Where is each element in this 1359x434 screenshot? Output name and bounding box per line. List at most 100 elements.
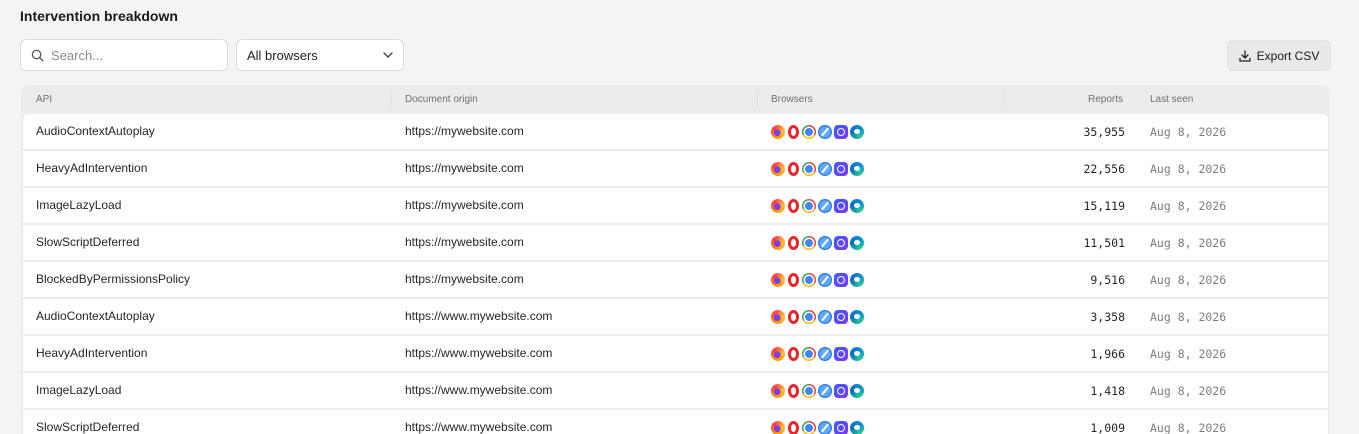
column-header-last-seen[interactable]: Last seen — [1150, 94, 1193, 105]
arc-icon — [834, 421, 848, 434]
opera-icon — [788, 421, 799, 434]
table-row[interactable]: AudioContextAutoplay https://mywebsite.co… — [23, 114, 1328, 150]
reports-cell: 22,556 — [1083, 162, 1125, 176]
origin-cell: https://mywebsite.com — [405, 235, 524, 249]
reports-cell: 35,955 — [1083, 125, 1125, 139]
safari-icon — [818, 162, 832, 176]
browser-icons — [771, 384, 864, 398]
safari-icon — [818, 236, 832, 250]
safari-icon — [818, 199, 832, 213]
last-seen-cell: Aug 8, 2026 — [1150, 273, 1227, 287]
arc-icon — [834, 273, 848, 287]
origin-cell: https://mywebsite.com — [405, 124, 524, 138]
reports-cell: 9,516 — [1090, 273, 1125, 287]
reports-cell: 1,966 — [1090, 347, 1125, 361]
api-cell: AudioContextAutoplay — [36, 124, 155, 138]
opera-icon — [788, 162, 799, 176]
browser-icons — [771, 199, 864, 213]
opera-icon — [788, 199, 799, 213]
search-input[interactable] — [51, 47, 211, 63]
origin-cell: https://www.mywebsite.com — [405, 383, 553, 397]
table-row[interactable]: HeavyAdIntervention https://www.mywebsite… — [23, 336, 1328, 372]
opera-icon — [788, 273, 799, 287]
chrome-icon — [802, 162, 816, 176]
edge-icon — [850, 125, 864, 139]
export-csv-label: Export CSV — [1256, 48, 1320, 63]
safari-icon — [818, 384, 832, 398]
table-row[interactable]: SlowScriptDeferred https://www.mywebsite.… — [23, 410, 1328, 434]
browser-icons — [771, 273, 864, 287]
search-icon — [31, 49, 44, 62]
chrome-icon — [802, 236, 816, 250]
table-row[interactable]: SlowScriptDeferred https://mywebsite.com 1… — [23, 225, 1328, 261]
reports-cell: 1,009 — [1090, 421, 1125, 434]
browser-icons — [771, 125, 864, 139]
chrome-icon — [802, 347, 816, 361]
column-header-api[interactable]: API — [36, 94, 52, 105]
last-seen-cell: Aug 8, 2026 — [1150, 125, 1227, 139]
edge-icon — [850, 310, 864, 324]
last-seen-cell: Aug 8, 2026 — [1150, 199, 1227, 213]
firefox-icon — [771, 199, 785, 213]
arc-icon — [834, 310, 848, 324]
column-divider — [391, 91, 392, 108]
origin-cell: https://www.mywebsite.com — [405, 346, 553, 360]
origin-cell: https://www.mywebsite.com — [405, 309, 553, 323]
search-box[interactable] — [20, 39, 228, 71]
browser-icons — [771, 162, 864, 176]
intervention-table: API Document origin Browsers Reports Las… — [21, 85, 1330, 434]
api-cell: SlowScriptDeferred — [36, 235, 140, 249]
last-seen-cell: Aug 8, 2026 — [1150, 421, 1227, 434]
reports-cell: 1,418 — [1090, 384, 1125, 398]
page-title: Intervention breakdown — [20, 8, 178, 24]
origin-cell: https://www.mywebsite.com — [405, 420, 553, 434]
arc-icon — [834, 125, 848, 139]
chrome-icon — [802, 384, 816, 398]
table-row[interactable]: BlockedByPermissionsPolicy https://mywebs… — [23, 262, 1328, 298]
browser-icons — [771, 347, 864, 361]
download-icon — [1238, 49, 1251, 62]
table-row[interactable]: ImageLazyLoad https://mywebsite.com 15,119… — [23, 188, 1328, 224]
browser-filter-select[interactable]: All browsers — [236, 39, 404, 71]
last-seen-cell: Aug 8, 2026 — [1150, 310, 1227, 324]
column-header-browsers[interactable]: Browsers — [771, 94, 813, 105]
chrome-icon — [802, 421, 816, 434]
firefox-icon — [771, 347, 785, 361]
opera-icon — [788, 310, 799, 324]
api-cell: HeavyAdIntervention — [36, 346, 148, 360]
table-row[interactable]: HeavyAdIntervention https://mywebsite.com… — [23, 151, 1328, 187]
table-row[interactable]: ImageLazyLoad https://www.mywebsite.com 1,… — [23, 373, 1328, 409]
chrome-icon — [802, 310, 816, 324]
browser-icons — [771, 236, 864, 250]
column-header-origin[interactable]: Document origin — [405, 94, 478, 105]
arc-icon — [834, 347, 848, 361]
reports-cell: 3,358 — [1090, 310, 1125, 324]
opera-icon — [788, 347, 799, 361]
firefox-icon — [771, 125, 785, 139]
last-seen-cell: Aug 8, 2026 — [1150, 347, 1227, 361]
export-csv-button[interactable]: Export CSV — [1227, 40, 1331, 71]
table-row[interactable]: AudioContextAutoplay https://www.mywebsit… — [23, 299, 1328, 335]
firefox-icon — [771, 273, 785, 287]
last-seen-cell: Aug 8, 2026 — [1150, 162, 1227, 176]
safari-icon — [818, 347, 832, 361]
safari-icon — [818, 273, 832, 287]
chrome-icon — [802, 125, 816, 139]
chevron-down-icon — [383, 52, 393, 58]
reports-cell: 15,119 — [1083, 199, 1125, 213]
last-seen-cell: Aug 8, 2026 — [1150, 236, 1227, 250]
api-cell: ImageLazyLoad — [36, 383, 122, 397]
safari-icon — [818, 310, 832, 324]
edge-icon — [850, 421, 864, 434]
edge-icon — [850, 273, 864, 287]
edge-icon — [850, 236, 864, 250]
safari-icon — [818, 125, 832, 139]
arc-icon — [834, 162, 848, 176]
arc-icon — [834, 236, 848, 250]
firefox-icon — [771, 384, 785, 398]
firefox-icon — [771, 310, 785, 324]
browser-icons — [771, 310, 864, 324]
origin-cell: https://mywebsite.com — [405, 198, 524, 212]
edge-icon — [850, 347, 864, 361]
column-header-reports[interactable]: Reports — [1088, 94, 1123, 105]
